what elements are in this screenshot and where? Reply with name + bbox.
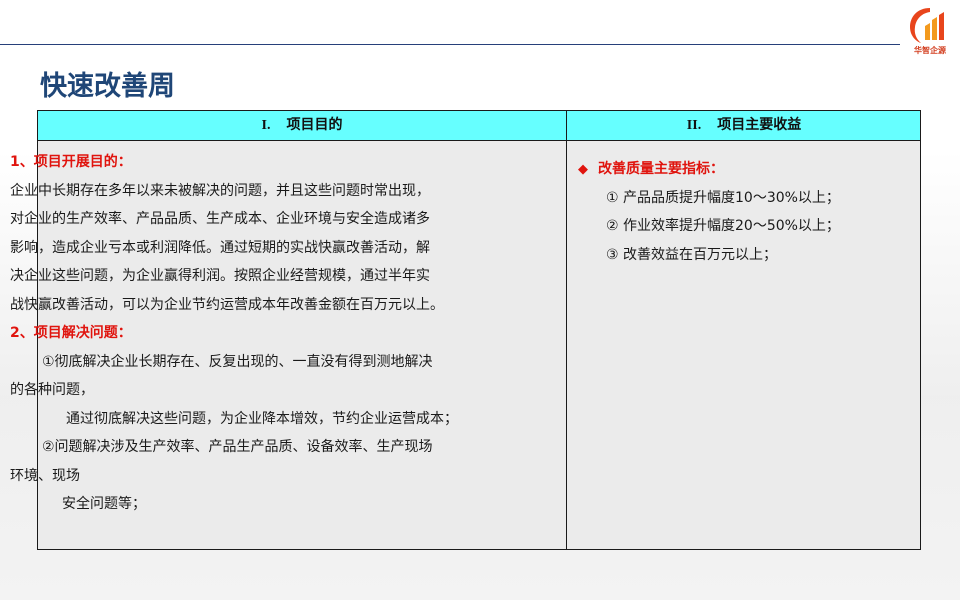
benefit-item: ② 作业效率提升幅度20～50%以上； bbox=[606, 218, 840, 234]
problem-item-2-line-2: 环境、现场 bbox=[10, 467, 80, 484]
purpose-paragraph-line: 决企业这些问题，为企业赢得利润。按照企业经营规模，通过半年实 bbox=[10, 268, 430, 284]
purpose-heading-1: 1、项目开展目的： bbox=[10, 154, 132, 170]
problem-item-2-line-3: 安全问题等； bbox=[62, 496, 146, 512]
problem-item-2-line-1: ②问题解决涉及生产效率、产品生产品质、设备效率、生产现场 bbox=[42, 439, 433, 455]
problem-item-1-line-3: 通过彻底解决这些问题，为企业降本增效，节约企业运营成本； bbox=[66, 410, 458, 427]
purpose-cell: 1、项目开展目的： 企业中长期存在多年以来未被解决的问题，并且这些问题时常出现，… bbox=[10, 148, 520, 519]
purpose-heading-2: 2、项目解决问题： bbox=[10, 325, 132, 341]
table-header-row: I. 项目目的 II. 项目主要收益 bbox=[38, 111, 920, 141]
header-rule bbox=[0, 44, 900, 45]
header-project-purpose: I. 项目目的 bbox=[38, 111, 566, 140]
problem-item-1-line-1: ①彻底解决企业长期存在、反复出现的、一直没有得到测地解决 bbox=[42, 353, 433, 370]
benefits-heading-row: ◆ 改善质量主要指标： bbox=[578, 155, 908, 184]
benefits-cell: ◆ 改善质量主要指标： ① 产品品质提升幅度10～30%以上； ② 作业效率提升幅… bbox=[578, 155, 908, 269]
header-right-numeral: II. bbox=[686, 118, 702, 133]
purpose-paragraph-line: 企业中长期存在多年以来未被解决的问题，并且这些问题时常出现， bbox=[10, 182, 430, 199]
column-divider bbox=[566, 111, 567, 549]
purpose-paragraph-line: 对企业的生产效率、产品品质、生产成本、企业环境与安全造成诸多 bbox=[10, 211, 430, 227]
header-left-numeral: I. bbox=[261, 118, 271, 133]
page-title: 快速改善周 bbox=[40, 71, 175, 102]
header-left-label: 项目目的 bbox=[286, 117, 343, 133]
red-diamond-icon: ◆ bbox=[578, 162, 588, 177]
benefit-item: ③ 改善效益在百万元以上； bbox=[606, 246, 778, 263]
purpose-paragraph-line: 战快赢改善活动，可以为企业节约运营成本年改善金额在百万元以上。 bbox=[10, 296, 444, 313]
benefit-item: ① 产品品质提升幅度10～30%以上； bbox=[606, 189, 840, 206]
benefits-heading: 改善质量主要指标： bbox=[598, 161, 724, 177]
header-right-label: 项目主要收益 bbox=[717, 117, 802, 133]
problem-item-1-line-2: 的各种问题， bbox=[10, 382, 94, 398]
header-project-benefits: II. 项目主要收益 bbox=[567, 111, 921, 140]
purpose-paragraph-line: 影响，造成企业亏本或利润降低。通过短期的实战快赢改善活动，解 bbox=[10, 239, 430, 256]
brand-logo-text: 华智企源 bbox=[914, 46, 946, 55]
